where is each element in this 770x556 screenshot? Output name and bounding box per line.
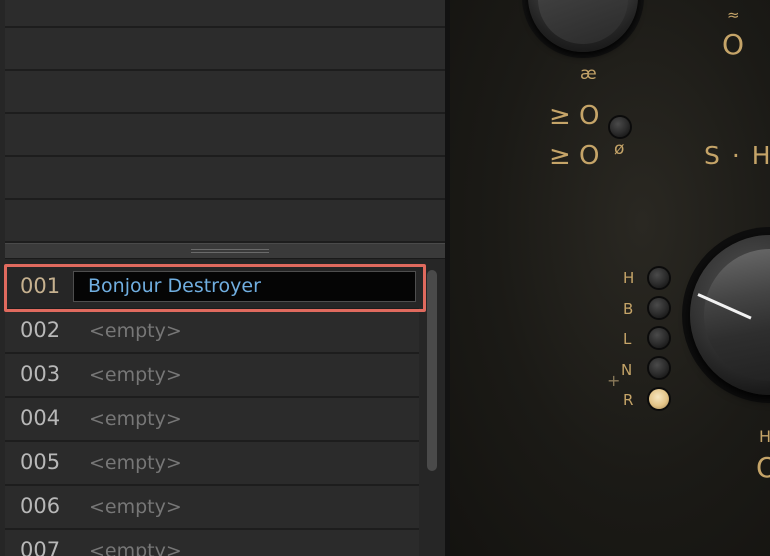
preset-row-006[interactable]: 006 <empty> [5, 486, 419, 530]
selector-led-b[interactable] [649, 298, 669, 318]
preset-number: 004 [20, 406, 61, 430]
preset-name: <empty> [89, 408, 182, 430]
preset-name: <empty> [89, 540, 182, 556]
preset-row-002[interactable]: 002 <empty> [5, 310, 419, 354]
plus-mark: + [607, 371, 621, 390]
ge-switch-2[interactable]: ≥ O [549, 141, 600, 171]
list-item[interactable] [5, 200, 445, 243]
list-item[interactable] [5, 71, 445, 114]
ae-label: æ [580, 64, 597, 84]
preset-row-005[interactable]: 005 <empty> [5, 442, 419, 486]
list-item[interactable] [5, 157, 445, 200]
preset-name: <empty> [89, 496, 182, 518]
phase-led[interactable] [610, 117, 630, 137]
approx-label: ≈ [727, 6, 740, 24]
preset-row-007[interactable]: 007 <empty> [5, 530, 419, 556]
selector-label-r: R [623, 391, 634, 409]
preset-name: <empty> [89, 364, 182, 386]
splitter-grip-line [191, 249, 269, 250]
preset-row-001[interactable]: 001 Bonjour Destroyer [5, 266, 419, 310]
selector-led-h[interactable] [649, 268, 669, 288]
ge-switch-1[interactable]: ≥ O [549, 101, 600, 131]
list-item[interactable] [5, 114, 445, 157]
preset-number: 002 [20, 318, 61, 342]
selector-led-r[interactable] [649, 389, 669, 409]
plugin-panel: ≈ O æ ≥ O ≥ O ø S · H H B L N R + H O [450, 0, 770, 556]
selector-label-b: B [623, 300, 634, 318]
preset-name: Bonjour Destroyer [88, 275, 261, 297]
phase-label: ø [614, 139, 625, 159]
splitter-grip-line [191, 252, 269, 253]
preset-row-004[interactable]: 004 <empty> [5, 398, 419, 442]
top-knob[interactable] [528, 0, 638, 52]
preset-list-scrollbar[interactable] [427, 270, 437, 471]
selector-led-n[interactable] [649, 358, 669, 378]
list-item[interactable] [5, 0, 445, 28]
preset-browser-panel: 001 Bonjour Destroyer 002 <empty> 003 <e… [0, 0, 447, 556]
preset-number: 005 [20, 450, 61, 474]
preset-number: 003 [20, 362, 61, 386]
list-item[interactable] [5, 28, 445, 71]
main-knob[interactable] [690, 235, 770, 395]
selector-label-n: N [621, 361, 633, 379]
approx-indicator[interactable]: O [722, 28, 744, 61]
preset-list: 001 Bonjour Destroyer 002 <empty> 003 <e… [5, 266, 419, 556]
preset-name: <empty> [89, 452, 182, 474]
preset-number: 001 [20, 274, 61, 298]
preset-number: 007 [20, 538, 61, 556]
edge-label: H [759, 427, 770, 446]
section-title: S · H [704, 141, 770, 170]
panel-splitter-handle[interactable] [5, 243, 445, 259]
knob-cap [704, 249, 770, 381]
selector-led-l[interactable] [649, 328, 669, 348]
knob-cap [538, 0, 628, 44]
preset-row-003[interactable]: 003 <empty> [5, 354, 419, 398]
preset-name: <empty> [89, 320, 182, 342]
selector-label-h: H [623, 269, 635, 287]
bank-list [5, 0, 445, 243]
preset-number: 006 [20, 494, 61, 518]
selector-label-l: L [623, 330, 632, 348]
edge-indicator[interactable]: O [756, 451, 770, 484]
